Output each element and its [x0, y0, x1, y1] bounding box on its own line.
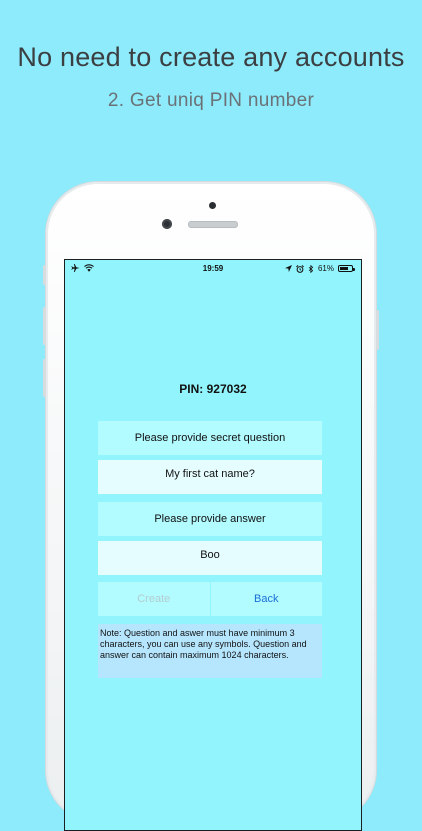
- secret-answer-input[interactable]: Boo: [98, 541, 322, 575]
- promo-subheadline: 2. Get uniq PIN number: [107, 90, 315, 111]
- status-bar: 19:59 61%: [65, 260, 361, 278]
- app-screen: 19:59 61% PIN: 927032 Please provide sec…: [64, 259, 362, 831]
- front-camera: [162, 219, 172, 229]
- secret-question-input[interactable]: My first cat name?: [98, 460, 322, 494]
- earpiece-speaker: [188, 221, 238, 228]
- alarm-icon: [296, 264, 304, 273]
- pin-number: PIN: 927032: [179, 382, 247, 396]
- action-buttons: Create Back: [98, 582, 322, 616]
- power-button: [376, 310, 379, 350]
- proximity-sensor: [209, 202, 216, 209]
- phone-frame: 19:59 61% PIN: 927032 Please provide sec…: [43, 182, 379, 831]
- create-button[interactable]: Create: [98, 582, 210, 616]
- battery-percentage: 61%: [317, 264, 334, 273]
- back-button[interactable]: Back: [210, 582, 322, 616]
- battery-icon: [338, 265, 355, 272]
- promo-headline: No need to create any accounts: [17, 42, 405, 72]
- location-icon: [284, 265, 292, 272]
- secret-answer-label: Please provide answer: [98, 502, 322, 536]
- bluetooth-icon: [308, 264, 314, 273]
- requirements-note: Note: Question and aswer must have minim…: [98, 624, 322, 678]
- volume-down-button: [43, 359, 46, 397]
- volume-up-button: [43, 307, 46, 345]
- secret-question-label: Please provide secret question: [98, 421, 322, 455]
- mute-switch: [43, 265, 46, 285]
